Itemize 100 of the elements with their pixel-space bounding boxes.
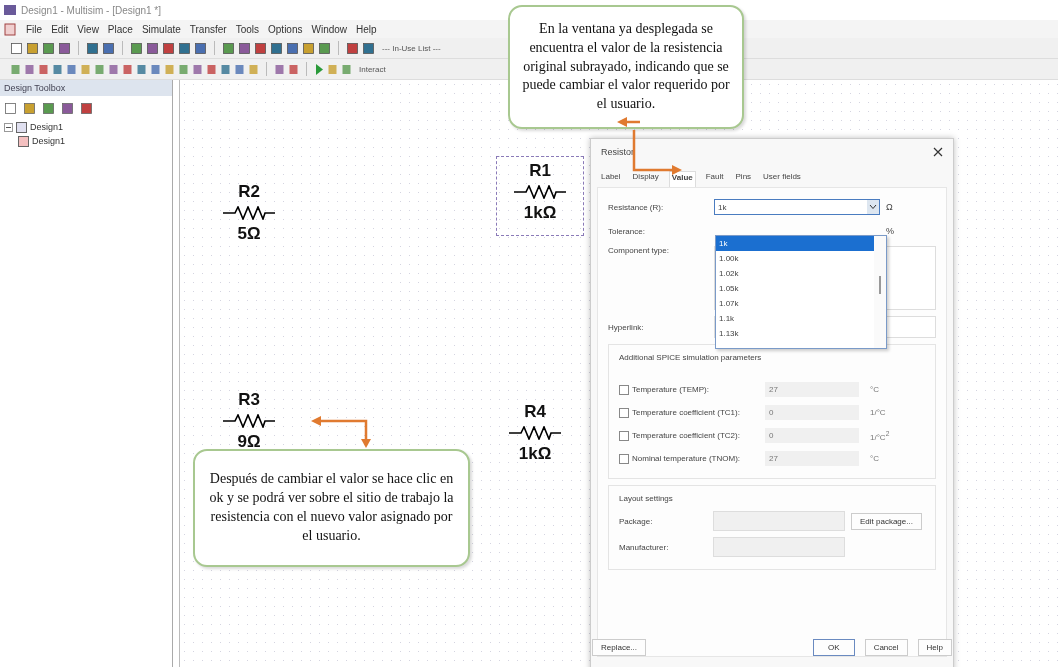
toolbar-icon[interactable]: [302, 41, 315, 55]
dialog-button[interactable]: Cancel: [864, 639, 908, 656]
toolbar-icon[interactable]: [146, 41, 159, 55]
dropdown-option[interactable]: 1.05k: [716, 281, 874, 296]
toolbar-icon[interactable]: [286, 41, 299, 55]
toolbar-icon[interactable]: [52, 62, 63, 76]
toolbar-icon[interactable]: [102, 41, 115, 55]
toolbar-icon[interactable]: [24, 62, 35, 76]
manufacturer-field[interactable]: [713, 537, 845, 557]
toolbar-icon[interactable]: [122, 62, 133, 76]
toolbar-icon[interactable]: [238, 41, 251, 55]
close-icon[interactable]: [933, 147, 943, 157]
edit-package-button[interactable]: Edit package...: [851, 512, 922, 530]
checkbox[interactable]: [619, 384, 629, 395]
parameter-field[interactable]: 27: [765, 451, 859, 466]
toolbar-icon[interactable]: [10, 62, 21, 76]
dropdown-option[interactable]: 1.13k: [716, 326, 874, 341]
toolbar-icon[interactable]: [23, 102, 36, 115]
toolbar-icon[interactable]: [254, 41, 267, 55]
toolbar-icon[interactable]: [220, 62, 231, 76]
dialog-tab[interactable]: Label: [599, 171, 623, 187]
toolbar-icon[interactable]: [288, 62, 299, 76]
toolbar-icon[interactable]: [38, 62, 49, 76]
package-field[interactable]: [713, 511, 845, 531]
caret-icon[interactable]: [869, 204, 877, 210]
menu-item[interactable]: Simulate: [141, 23, 181, 35]
component-value: 5Ω: [237, 224, 261, 244]
parameter-field[interactable]: 0: [765, 405, 859, 420]
tree-item[interactable]: Design1: [32, 136, 66, 146]
menu-item[interactable]: Tools: [235, 23, 259, 35]
menu-item[interactable]: Place: [107, 23, 133, 35]
toolbar-icon[interactable]: [66, 62, 77, 76]
toolbar-icon[interactable]: [362, 41, 375, 55]
toolbar-icon[interactable]: [10, 41, 23, 55]
dialog-button[interactable]: Help: [917, 639, 952, 656]
toolbar-icon[interactable]: [192, 62, 203, 76]
toolbar-icon[interactable]: [194, 41, 207, 55]
toolbar-icon[interactable]: [26, 41, 39, 55]
parameter-field[interactable]: 27: [765, 382, 859, 397]
dropdown-option[interactable]: 1k: [716, 236, 874, 251]
toolbar-icon[interactable]: [178, 41, 191, 55]
toolbar-icon[interactable]: [86, 41, 99, 55]
menu-item[interactable]: Transfer: [189, 23, 227, 35]
toolbar-icon[interactable]: [80, 102, 93, 115]
toolbar-icon[interactable]: [270, 41, 283, 55]
dialog-tab[interactable]: Value: [668, 171, 696, 187]
dialog-button[interactable]: OK: [813, 639, 855, 656]
toolbar-icon[interactable]: [108, 62, 119, 76]
toolbar-icon[interactable]: [234, 62, 245, 76]
toolbar-icon[interactable]: [130, 41, 143, 55]
resistance-combobox[interactable]: 1k: [714, 199, 880, 215]
menu-item[interactable]: Edit: [51, 23, 69, 35]
toolbar-icon[interactable]: [162, 41, 175, 55]
toolbar-icon[interactable]: [341, 62, 352, 76]
dialog-tab[interactable]: Display: [630, 171, 661, 187]
component-label: R1: [529, 161, 551, 181]
menu-item[interactable]: Options: [268, 23, 303, 35]
scrollbar-thumb[interactable]: [879, 276, 881, 294]
menu-item[interactable]: File: [26, 23, 43, 35]
resistor-symbol[interactable]: [514, 185, 566, 199]
dropdown-option[interactable]: 1.1k: [716, 311, 874, 326]
component-value: 1kΩ: [523, 203, 557, 223]
toolbar-icon[interactable]: [42, 102, 55, 115]
toolbar-icon[interactable]: [274, 62, 285, 76]
checkbox[interactable]: [619, 407, 629, 418]
dialog-tab[interactable]: Pins: [733, 171, 754, 187]
toolbar-icon[interactable]: [318, 41, 331, 55]
menu-item[interactable]: View: [77, 23, 99, 35]
tree-item[interactable]: Design1: [30, 122, 64, 132]
callout-text: En la ventana ya desplegada se encuentra el valor de la resistencia original subrayado, indicando que se puede cambiar el valor requerido por el usuario.: [521, 19, 731, 114]
toolbar-icon[interactable]: [150, 62, 161, 76]
toolbar-icon[interactable]: [178, 62, 189, 76]
interactive-dropdown[interactable]: Interact: [359, 64, 386, 74]
expander-icon[interactable]: [4, 122, 13, 132]
resistor-symbol[interactable]: [223, 414, 275, 428]
selection-box[interactable]: R1 1kΩ: [496, 156, 584, 236]
toolbar-icon[interactable]: [61, 102, 74, 115]
toolbar-icon[interactable]: [222, 41, 235, 55]
dialog-tab[interactable]: Fault: [703, 171, 726, 187]
toolbar-icon[interactable]: [42, 41, 55, 55]
toolbar-icon[interactable]: [58, 41, 71, 55]
parameter-field[interactable]: 0: [765, 428, 859, 443]
resistor-symbol[interactable]: [223, 206, 275, 220]
resistor-symbol[interactable]: [509, 426, 561, 440]
in-use-list[interactable]: --- In-Use List ---: [382, 43, 441, 53]
dropdown-option[interactable]: 1.00k: [716, 251, 874, 266]
play-icon[interactable]: [314, 62, 324, 76]
menu-item[interactable]: Help: [356, 23, 377, 35]
checkbox[interactable]: [619, 453, 629, 464]
dropdown-option[interactable]: 1.07k: [716, 296, 874, 311]
replace-button[interactable]: Replace...: [592, 639, 647, 656]
menu-item[interactable]: Window: [311, 23, 348, 35]
checkbox[interactable]: [619, 430, 629, 441]
toolbar-icon[interactable]: [136, 62, 147, 76]
toolbar-icon[interactable]: [94, 62, 105, 76]
dropdown-option[interactable]: 1.02k: [716, 266, 874, 281]
toolbar-icon[interactable]: [4, 102, 17, 115]
toolbar-icon[interactable]: [346, 41, 359, 55]
dialog-tab[interactable]: User fields: [761, 171, 803, 187]
toolbar-icon[interactable]: [206, 62, 217, 76]
